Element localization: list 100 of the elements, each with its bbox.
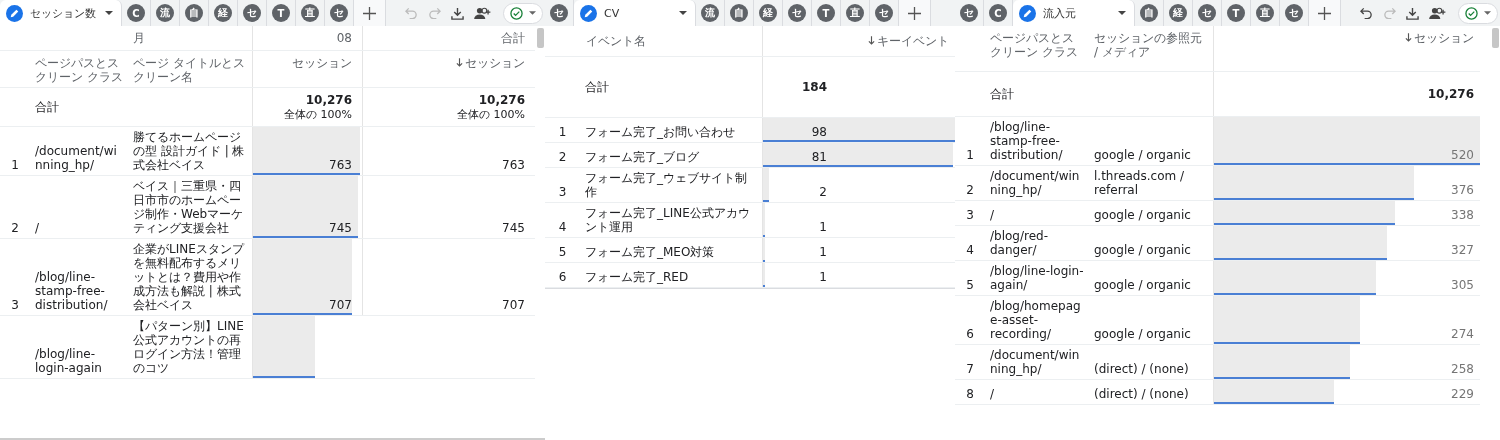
table-cell-text: l.threads.com / referral (1094, 169, 1186, 197)
total-value: 10,276 (478, 92, 525, 107)
caret-icon (679, 11, 687, 15)
sort-arrow-icon[interactable] (456, 58, 463, 67)
plus-icon (363, 6, 376, 20)
table-cell-text: ベイス｜三重県・四日市市のホームページ制作・Webマーケティング支援会社 (133, 179, 245, 235)
table-cell: フォーム完了_お問い合わせ (585, 125, 735, 139)
table-cell: フォーム完了_MEO対策 (585, 245, 715, 259)
column-heading[interactable]: ページパスとスクリーン クラス (990, 31, 1084, 59)
table-cell: 763 (329, 158, 352, 172)
column-heading[interactable]: キーイベント (877, 34, 949, 48)
table-cell: 745 (502, 221, 525, 235)
row-number: 6 (966, 327, 974, 341)
add-tab-button[interactable] (1309, 0, 1341, 26)
row-number: 3 (11, 298, 19, 312)
report-tab[interactable]: セッション数 (0, 0, 122, 26)
column-heading[interactable]: イベント名 (586, 34, 646, 48)
status-dropdown[interactable] (503, 2, 543, 24)
caret-icon (105, 11, 113, 15)
caret-icon (1484, 11, 1491, 15)
caret-icon (1118, 11, 1126, 15)
row-number: 2 (11, 221, 19, 235)
row-number: 2 (558, 150, 567, 164)
report-tab[interactable]: CV (574, 0, 696, 26)
table-cell-text: /blog/homepage-asset-recording/ (990, 299, 1082, 341)
table-cell: / (35, 221, 40, 235)
row-number: 5 (558, 245, 567, 259)
total-label: 合計 (35, 100, 59, 114)
table-cell-text: 勝てるホームページの型 設計ガイド | 株式会社ベイス (133, 130, 246, 172)
row-number: 7 (966, 362, 974, 376)
sort-arrow-icon[interactable] (868, 36, 875, 45)
table-cell: 1 (819, 245, 827, 259)
table-cell: google / organic (1094, 278, 1191, 292)
table-cell: 258 (1451, 362, 1474, 376)
row-number: 1 (558, 125, 567, 139)
table-cell-text: フォーム完了_LINE公式アカウント運用 (585, 206, 751, 234)
table-cell: 81 (811, 150, 827, 164)
plus-icon (1318, 6, 1331, 20)
table-cell-text: フォーム完了_ウェブサイト制作 (585, 171, 748, 199)
column-heading[interactable]: セッション (465, 56, 525, 70)
pencil-icon (580, 4, 597, 22)
table-cell-text: /blog/red-danger/ (990, 229, 1049, 257)
row-number: 4 (558, 220, 567, 234)
column-heading[interactable]: ページ タイトルとスクリーン名 (133, 56, 247, 84)
status-dropdown[interactable] (1458, 2, 1498, 24)
column-heading[interactable]: セッション (1414, 31, 1474, 45)
row-number: 8 (966, 387, 974, 401)
table-cell-text: /document/winning_hp/ (990, 169, 1081, 197)
table-cell: 707 (502, 298, 525, 312)
row-number: 1 (11, 158, 19, 172)
row-number: 4 (966, 243, 974, 257)
total-share: 全体の 100% (457, 107, 525, 122)
row-number: 3 (558, 185, 567, 199)
total-label: 合計 (990, 87, 1014, 101)
table-cell-text: 企業がLINEスタンプを無料配布するメリットとは？費用や作成方法も解説 | 株式会社ベイス (133, 242, 246, 312)
total-value: 184 (801, 80, 827, 94)
column-heading[interactable]: ページパスとスクリーン クラス (35, 56, 123, 84)
undo-button[interactable] (1358, 5, 1375, 21)
report-tab[interactable]: 流入元 (1013, 0, 1135, 26)
table-cell: google / organic (1094, 243, 1191, 257)
table-cell: 229 (1451, 387, 1474, 401)
table-cell: 327 (1451, 243, 1474, 257)
table-cell-text: /document/winning_hp/ (35, 144, 118, 172)
table-cell: 763 (502, 158, 525, 172)
table-cell: 1 (819, 220, 827, 234)
table-cell: (direct) / (none) (1094, 387, 1189, 401)
table-cell: 520 (1451, 148, 1474, 162)
caret-icon (529, 11, 536, 15)
total-label: 合計 (585, 80, 609, 94)
column-heading[interactable]: セッションの参照元 / メディア (1094, 31, 1208, 59)
add-tab-button[interactable] (899, 0, 931, 26)
table-cell: google / organic (1094, 327, 1191, 341)
total-value: 10,276 (305, 92, 352, 107)
table-cell: /blog/line-login-again/ (990, 264, 1084, 292)
table-cell: / (990, 208, 995, 222)
column-heading[interactable]: セッション (292, 56, 352, 70)
table-cell: (direct) / (none) (1094, 362, 1189, 376)
table-cell: 98 (811, 125, 827, 139)
column-group-heading: 合計 (501, 31, 525, 45)
add-tab-button[interactable] (354, 0, 386, 26)
row-number: 3 (966, 208, 974, 222)
table-cell: 707 (329, 298, 352, 312)
table-cell: 1 (819, 270, 827, 284)
table-cell: 338 (1451, 208, 1474, 222)
table-cell-text: /blog/line-stamp-free-distribution/ (35, 270, 109, 312)
row-number: 1 (966, 148, 974, 162)
table-cell: google / organic (1094, 208, 1191, 222)
table-cell: / (990, 387, 995, 401)
pencil-icon (6, 4, 23, 22)
table-cell: google / organic (1094, 148, 1191, 162)
table-cell: 305 (1451, 278, 1474, 292)
column-group-heading: 08 (336, 31, 352, 45)
table-cell: 274 (1451, 327, 1474, 341)
table-cell: 745 (329, 221, 352, 235)
table-cell: 376 (1451, 183, 1474, 197)
column-group-heading: 月 (133, 31, 145, 45)
row-number: 5 (966, 278, 974, 292)
sort-arrow-icon[interactable] (1405, 33, 1412, 42)
pencil-icon (1019, 4, 1036, 22)
table-cell: フォーム完了_ブログ (585, 150, 699, 164)
